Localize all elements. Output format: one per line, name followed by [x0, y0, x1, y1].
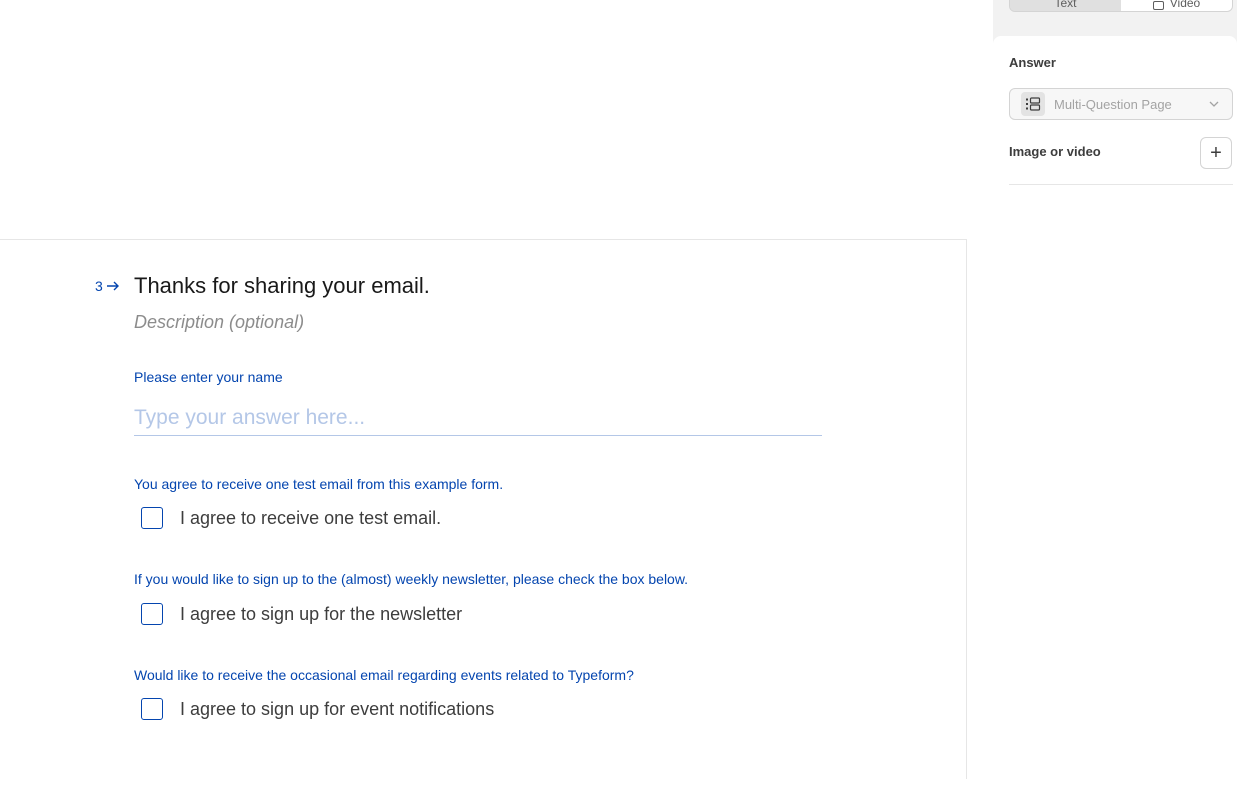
- name-field-label: Please enter your name: [134, 369, 283, 385]
- canvas-edge: [966, 239, 967, 779]
- plus-icon: +: [1210, 142, 1222, 164]
- video-icon: [1152, 1, 1164, 10]
- question-number: 3: [95, 278, 120, 294]
- agree-email-checkbox[interactable]: [141, 507, 163, 529]
- events-option[interactable]: I agree to sign up for event notificatio…: [141, 698, 494, 720]
- answer-type-select[interactable]: Multi-Question Page: [1009, 88, 1233, 120]
- question-description[interactable]: Description (optional): [134, 312, 304, 333]
- events-label: Would like to receive the occasional ema…: [134, 667, 634, 683]
- events-checkbox[interactable]: [141, 698, 163, 720]
- events-option-label: I agree to sign up for event notificatio…: [180, 698, 495, 719]
- media-type-toggle[interactable]: Text Video: [1009, 0, 1233, 12]
- panel-divider: [1009, 184, 1233, 185]
- name-answer-input[interactable]: [134, 400, 822, 436]
- newsletter-option-label: I agree to sign up for the newsletter: [180, 603, 463, 624]
- segment-text[interactable]: Text: [1010, 0, 1121, 11]
- segment-video[interactable]: Video: [1121, 0, 1232, 11]
- segment-text-label: Text: [1054, 0, 1077, 10]
- add-media-button[interactable]: +: [1200, 137, 1232, 169]
- question-number-label: 3: [95, 278, 103, 294]
- arrow-right-icon: [106, 281, 119, 291]
- agree-email-option[interactable]: I agree to receive one test email.: [141, 507, 441, 529]
- agree-email-label: You agree to receive one test email from…: [134, 476, 504, 492]
- chevron-down-icon: [1208, 98, 1220, 110]
- multi-question-icon: [1021, 92, 1045, 116]
- answer-section-label: Answer: [1009, 55, 1056, 70]
- newsletter-label: If you would like to sign up to the (alm…: [134, 571, 689, 587]
- answer-panel: Answer Multi-Question Page Image or vide…: [993, 36, 1237, 796]
- agree-email-option-label: I agree to receive one test email.: [180, 507, 442, 528]
- form-canvas: 3 Thanks for sharing your email. Descrip…: [0, 0, 993, 779]
- question-title[interactable]: Thanks for sharing your email.: [134, 273, 430, 299]
- newsletter-checkbox[interactable]: [141, 603, 163, 625]
- image-or-video-label: Image or video: [1009, 144, 1101, 159]
- settings-sidebar: Text Video Answer Multi-Question Page Im…: [993, 0, 1237, 796]
- canvas-divider: [0, 239, 966, 240]
- newsletter-option[interactable]: I agree to sign up for the newsletter: [141, 603, 462, 625]
- segment-video-label: Video: [1169, 0, 1201, 10]
- answer-type-value: Multi-Question Page: [1054, 96, 1172, 112]
